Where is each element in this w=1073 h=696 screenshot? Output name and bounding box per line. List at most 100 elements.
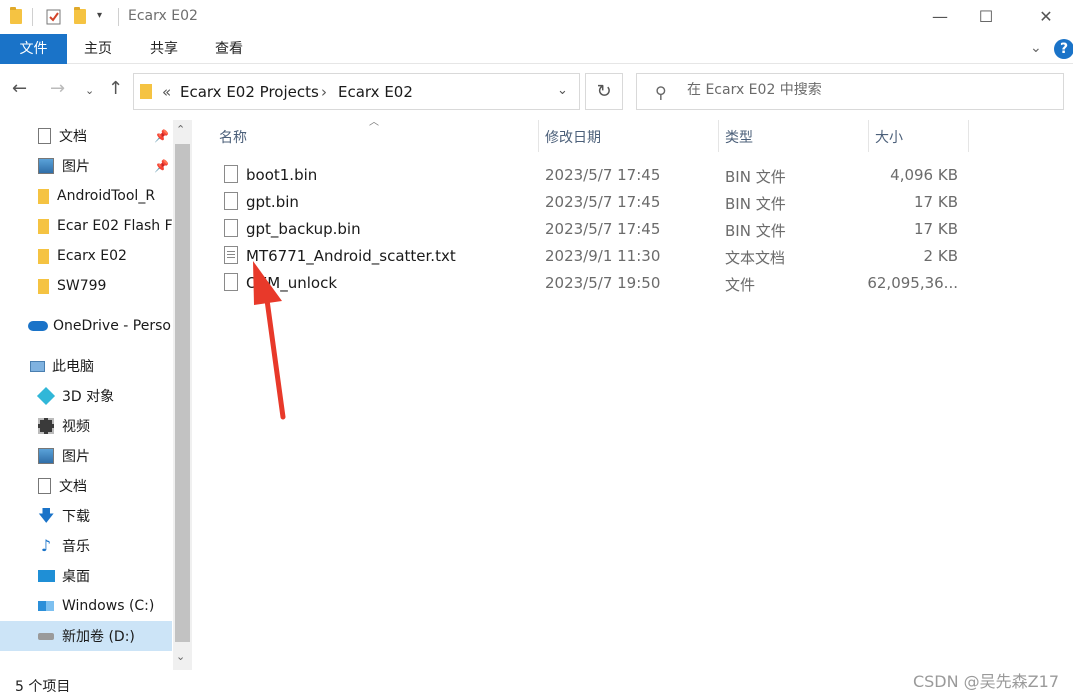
file-type: BIN 文件 bbox=[725, 168, 786, 186]
table-row[interactable]: gpt_backup.bin 2023/5/7 17:45 BIN 文件 17 … bbox=[193, 216, 1073, 243]
file-date: 2023/5/7 17:45 bbox=[545, 166, 661, 184]
sidebar-item-label: 文档 bbox=[59, 479, 87, 495]
table-row[interactable]: boot1.bin 2023/5/7 17:45 BIN 文件 4,096 KB bbox=[193, 162, 1073, 189]
sidebar-item-drive-c[interactable]: Windows (C:) bbox=[0, 591, 172, 621]
file-type: BIN 文件 bbox=[725, 222, 786, 240]
column-header-size[interactable]: 大小 bbox=[875, 127, 903, 147]
folder-icon bbox=[10, 7, 22, 24]
ribbon-tabs: 文件 主页 共享 查看 ⌄ ? bbox=[0, 34, 1073, 64]
recent-locations-icon[interactable]: ⌄ bbox=[85, 84, 94, 97]
drive-d-icon bbox=[38, 632, 54, 640]
scroll-up-icon[interactable]: ⌃ bbox=[176, 123, 185, 136]
sidebar-item-3d-objects[interactable]: 3D 对象 bbox=[0, 381, 172, 411]
column-divider[interactable] bbox=[968, 120, 969, 152]
column-header-date[interactable]: 修改日期 bbox=[545, 127, 601, 147]
table-row[interactable]: OEM_unlock 2023/5/7 19:50 文件 62,095,36..… bbox=[193, 270, 1073, 297]
sidebar-item-documents[interactable]: 文档 bbox=[0, 471, 172, 501]
maximize-button[interactable]: ☐ bbox=[963, 0, 1009, 32]
file-date: 2023/5/7 17:45 bbox=[545, 193, 661, 211]
customize-quick-access-icon[interactable]: ▾ bbox=[97, 10, 102, 21]
status-item-count: 5 个项目 bbox=[15, 679, 71, 695]
file-type: 文件 bbox=[725, 276, 756, 294]
tab-view[interactable]: 查看 bbox=[215, 34, 243, 64]
column-divider[interactable] bbox=[718, 120, 719, 152]
table-row[interactable]: gpt.bin 2023/5/7 17:45 BIN 文件 17 KB bbox=[193, 189, 1073, 216]
minimize-button[interactable]: — bbox=[917, 0, 963, 32]
breadcrumb-item[interactable]: Ecarx E02 Projects bbox=[180, 83, 319, 101]
navigation-pane: 文档 📌 图片 📌 AndroidTool_R Ecar E02 Flash F… bbox=[0, 120, 192, 670]
file-size: 2 KB bbox=[923, 247, 958, 265]
file-size: 62,095,36... bbox=[867, 274, 958, 292]
video-icon bbox=[38, 418, 54, 434]
picture-icon bbox=[38, 158, 54, 174]
sidebar-item-onedrive[interactable]: OneDrive - Perso bbox=[0, 311, 172, 341]
sidebar-item-androidtool[interactable]: AndroidTool_R bbox=[0, 181, 172, 211]
table-row[interactable]: MT6771_Android_scatter.txt 2023/9/1 11:3… bbox=[193, 243, 1073, 270]
folder-icon bbox=[38, 188, 49, 204]
scroll-down-icon[interactable]: ⌄ bbox=[176, 650, 185, 663]
search-box[interactable]: ⚲ bbox=[636, 73, 1064, 110]
sidebar-item-videos[interactable]: 视频 bbox=[0, 411, 172, 441]
sidebar-item-desktop[interactable]: 桌面 bbox=[0, 561, 172, 591]
file-date: 2023/5/7 19:50 bbox=[545, 274, 661, 292]
desktop-icon bbox=[38, 570, 55, 582]
help-button[interactable]: ? bbox=[1054, 39, 1073, 59]
separator bbox=[118, 8, 119, 26]
sidebar-item-documents-pinned[interactable]: 文档 📌 bbox=[0, 121, 172, 151]
search-input[interactable] bbox=[687, 82, 1047, 98]
sidebar-item-sw799[interactable]: SW799 bbox=[0, 271, 172, 301]
tab-share[interactable]: 共享 bbox=[150, 34, 178, 64]
file-name: MT6771_Android_scatter.txt bbox=[246, 247, 456, 265]
file-name: gpt_backup.bin bbox=[246, 220, 361, 238]
sidebar-item-label: 文档 bbox=[59, 129, 87, 145]
folder-icon bbox=[38, 278, 49, 294]
tab-home[interactable]: 主页 bbox=[84, 34, 112, 64]
file-name: OEM_unlock bbox=[246, 274, 338, 292]
file-icon bbox=[224, 219, 238, 237]
tab-file[interactable]: 文件 bbox=[0, 34, 67, 64]
refresh-button[interactable]: ↻ bbox=[585, 73, 623, 110]
back-button[interactable]: ← bbox=[12, 78, 27, 99]
sidebar-item-ecar-flash[interactable]: Ecar E02 Flash F bbox=[0, 211, 172, 241]
sidebar-item-label: Ecar E02 Flash F bbox=[57, 218, 172, 234]
title-bar: ▾ Ecarx E02 — ☐ ✕ bbox=[0, 0, 1073, 34]
sidebar-item-drive-d[interactable]: 新加卷 (D:) bbox=[0, 621, 172, 651]
file-icon bbox=[224, 192, 238, 210]
properties-icon[interactable] bbox=[46, 8, 62, 25]
close-button[interactable]: ✕ bbox=[1023, 0, 1069, 32]
sidebar-item-pictures[interactable]: 图片 bbox=[0, 441, 172, 471]
column-header-type[interactable]: 类型 bbox=[725, 127, 753, 147]
sidebar-item-pictures-pinned[interactable]: 图片 📌 bbox=[0, 151, 172, 181]
up-button[interactable]: ↑ bbox=[108, 78, 123, 99]
sidebar-item-label: 新加卷 (D:) bbox=[62, 629, 135, 645]
sidebar-item-this-pc[interactable]: 此电脑 bbox=[0, 351, 172, 381]
forward-button[interactable]: → bbox=[50, 78, 65, 99]
column-divider[interactable] bbox=[538, 120, 539, 152]
address-bar[interactable]: « Ecarx E02 Projects › Ecarx E02 ⌄ bbox=[133, 73, 580, 110]
sidebar-item-label: SW799 bbox=[57, 278, 107, 294]
address-dropdown-icon[interactable]: ⌄ bbox=[557, 83, 568, 98]
text-file-icon bbox=[224, 246, 238, 264]
file-icon bbox=[224, 273, 238, 291]
pin-icon: 📌 bbox=[154, 159, 169, 173]
sidebar-item-downloads[interactable]: 🡇 下载 bbox=[0, 501, 172, 531]
sidebar-item-label: 此电脑 bbox=[52, 359, 94, 375]
sidebar-item-label: 视频 bbox=[62, 419, 90, 435]
sidebar-scrollbar[interactable]: ⌃ ⌄ bbox=[173, 120, 192, 670]
expand-ribbon-icon[interactable]: ⌄ bbox=[1030, 40, 1042, 56]
sidebar-item-music[interactable]: ♪ 音乐 bbox=[0, 531, 172, 561]
music-icon: ♪ bbox=[40, 536, 52, 555]
scrollbar-thumb[interactable] bbox=[175, 144, 190, 642]
file-type: 文本文档 bbox=[725, 249, 786, 267]
file-size: 17 KB bbox=[914, 220, 958, 238]
column-divider[interactable] bbox=[868, 120, 869, 152]
new-folder-icon[interactable] bbox=[74, 7, 86, 24]
breadcrumb-item[interactable]: Ecarx E02 bbox=[338, 83, 413, 101]
breadcrumb-overflow[interactable]: « bbox=[162, 83, 171, 101]
watermark: CSDN @吴先森Z17 bbox=[912, 672, 1059, 691]
sidebar-item-ecarx-e02[interactable]: Ecarx E02 bbox=[0, 241, 172, 271]
folder-icon bbox=[140, 84, 152, 99]
column-header-name[interactable]: 名称 bbox=[219, 127, 247, 147]
breadcrumb-separator-icon[interactable]: › bbox=[321, 83, 327, 101]
drive-c-icon bbox=[38, 601, 54, 611]
